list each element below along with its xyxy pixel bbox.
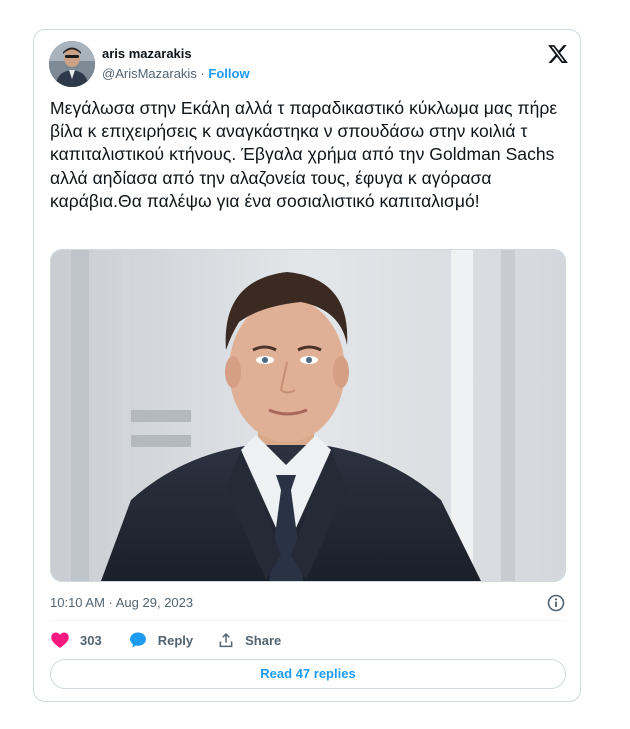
like-count: 303 — [80, 632, 102, 648]
tweet-header: aris mazarakis @ArisMazarakis · Follow — [49, 41, 569, 89]
author-names: aris mazarakis @ArisMazarakis · Follow — [102, 46, 250, 82]
tweet-image[interactable] — [50, 249, 566, 582]
separator-dot: · — [200, 66, 205, 81]
share-label: Share — [245, 632, 282, 648]
x-logo-icon[interactable] — [547, 43, 569, 65]
tweet-actions: 303 Reply Share — [50, 628, 301, 652]
handle-row: @ArisMazarakis · Follow — [102, 66, 250, 82]
tweet-card[interactable]: aris mazarakis @ArisMazarakis · Follow Μ… — [33, 29, 581, 702]
read-replies-button[interactable]: Read 47 replies — [50, 659, 566, 689]
timestamp[interactable]: 10:10 AM · Aug 29, 2023 — [50, 595, 193, 610]
reply-bubble-icon — [129, 632, 146, 648]
handle[interactable]: @ArisMazarakis — [102, 66, 197, 81]
share-button[interactable]: Share — [217, 631, 281, 649]
follow-button[interactable]: Follow — [208, 66, 249, 81]
avatar[interactable] — [49, 41, 95, 87]
portrait-photo-icon — [51, 250, 565, 581]
like-button[interactable]: 303 — [50, 630, 102, 650]
display-name[interactable]: aris mazarakis — [102, 46, 250, 62]
divider — [50, 620, 566, 621]
timestamp-row: 10:10 AM · Aug 29, 2023 — [50, 593, 566, 613]
heart-icon — [51, 632, 69, 648]
reply-label: Reply — [157, 632, 194, 648]
info-icon[interactable] — [546, 593, 566, 613]
reply-button[interactable]: Reply — [128, 630, 193, 650]
avatar-photo-icon — [49, 41, 95, 87]
share-upload-icon — [219, 632, 233, 648]
tweet-text: Μεγάλωσα στην Εκάλη αλλά τ παραδικαστικό… — [50, 98, 558, 211]
